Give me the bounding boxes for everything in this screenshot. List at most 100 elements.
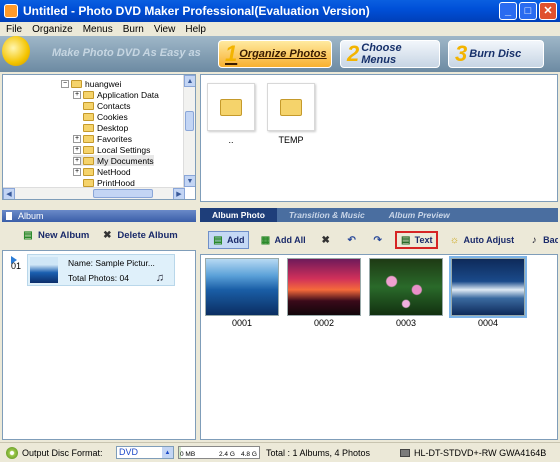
tree-item-label: Local Settings	[97, 144, 151, 155]
tree-item[interactable]: + My Documents	[73, 155, 154, 166]
photo-toolbar: ▤ Add ▦ Add All ✖ ↶ ↷ ▤ Text ☼ Auto Adju…	[200, 228, 558, 252]
auto-adjust-button[interactable]: ☼ Auto Adjust	[446, 231, 518, 249]
folder-thumbnail[interactable]	[267, 83, 315, 131]
tree-item-root[interactable]: − huangwei	[61, 78, 121, 89]
tree-item[interactable]: + Favorites	[73, 133, 132, 144]
tab-album-photo[interactable]: Album Photo	[200, 208, 277, 222]
delete-photo-button[interactable]: ✖	[317, 231, 335, 249]
sun-icon: ☼	[449, 234, 460, 246]
tree-item-label: Favorites	[97, 133, 132, 144]
tree-item[interactable]: + NetHood	[73, 166, 131, 177]
slogan: Make Photo DVD As Easy as	[52, 47, 201, 59]
folder-icon	[220, 98, 242, 116]
folder-icon	[83, 123, 94, 132]
folder-icon	[280, 98, 302, 116]
tree-item-label: My Documents	[97, 155, 154, 166]
delete-album-label: Delete Album	[117, 229, 178, 241]
menu-burn[interactable]: Burn	[123, 24, 144, 35]
maximize-button[interactable]: □	[519, 2, 537, 20]
tab-album-preview[interactable]: Album Preview	[377, 208, 462, 222]
collapse-icon[interactable]: −	[61, 79, 69, 88]
tree-item[interactable]: Contacts	[83, 100, 131, 111]
scroll-left-icon[interactable]: ◀	[3, 188, 15, 199]
choose-menus-step[interactable]: 2 Choose Menus	[340, 40, 440, 68]
step-number: 3	[455, 41, 468, 66]
output-format-value: DVD	[119, 447, 139, 457]
menu-view[interactable]: View	[154, 24, 176, 35]
new-album-icon: ▤	[23, 229, 33, 241]
app-icon	[4, 4, 18, 18]
step-number: 1	[225, 41, 238, 66]
tree-item-label: NetHood	[97, 166, 131, 177]
music-note-icon[interactable]: ♫	[156, 272, 164, 284]
text-button[interactable]: ▤ Text	[394, 231, 438, 249]
tree-item[interactable]: Cookies	[83, 111, 128, 122]
organize-photos-step[interactable]: 1 Organize Photos	[218, 40, 332, 68]
tree-item-label: Contacts	[97, 100, 131, 111]
expand-icon[interactable]: +	[73, 167, 81, 176]
add-button[interactable]: ▤ Add	[208, 231, 249, 249]
folder-icon	[83, 90, 94, 99]
expand-icon[interactable]: +	[73, 145, 81, 154]
gauge-tick: 2.4 G	[219, 451, 235, 458]
album-list[interactable]: 01 Name: Sample Pictur... Total Photos: …	[2, 250, 196, 440]
photo-thumbnail[interactable]	[369, 258, 443, 316]
add-all-button[interactable]: ▦ Add All	[257, 231, 309, 249]
menu-bar: File Organize Menus Burn View Help	[0, 22, 560, 36]
scroll-down-icon[interactable]: ▼	[184, 175, 195, 187]
photo-thumbnail[interactable]	[205, 258, 279, 316]
background-music-button[interactable]: ♪ Back	[525, 231, 558, 249]
tree-horizontal-scrollbar[interactable]: ◀ ▶	[3, 187, 185, 199]
scroll-right-icon[interactable]: ▶	[173, 188, 185, 199]
album-header-label: Album	[18, 211, 44, 221]
photo-grid[interactable]: 0001 0002 0003 0004	[200, 254, 558, 440]
album-header: Album	[2, 210, 196, 222]
menu-menus[interactable]: Menus	[83, 24, 113, 35]
tab-bar: Album Photo Transition & Music Album Pre…	[200, 208, 558, 222]
new-album-button[interactable]: ▤ New Album	[22, 229, 89, 241]
close-button[interactable]: ✕	[539, 2, 557, 20]
folder-tree[interactable]: − huangwei + Application Data Contacts C…	[2, 74, 196, 200]
rotate-left-button[interactable]: ↶	[343, 231, 361, 249]
dropdown-arrow-icon[interactable]: ▲	[162, 447, 173, 458]
tree-item[interactable]: + Local Settings	[73, 144, 150, 155]
menu-file[interactable]: File	[6, 24, 22, 35]
folder-thumbnail[interactable]	[207, 83, 255, 131]
output-format-label: Output Disc Format:	[22, 448, 103, 458]
menu-help[interactable]: Help	[185, 24, 206, 35]
photo-label: 0001	[231, 318, 253, 328]
album-item[interactable]: Name: Sample Pictur... Total Photos: 04 …	[27, 254, 175, 286]
status-bar: Output Disc Format: DVD ▲ 0 MB 2.4 G 4.8…	[0, 442, 560, 462]
folder-icon	[83, 145, 94, 154]
step-label: Burn Disc	[469, 48, 522, 60]
text-label: Text	[414, 235, 433, 245]
folder-icon	[83, 156, 94, 165]
tree-vertical-scrollbar[interactable]: ▲ ▼	[183, 75, 195, 187]
expand-icon[interactable]: +	[73, 156, 81, 165]
delete-album-button[interactable]: ✖ Delete Album	[101, 229, 178, 241]
expand-icon[interactable]: +	[73, 134, 81, 143]
scroll-thumb[interactable]	[185, 111, 194, 131]
total-summary: Total : 1 Albums, 4 Photos	[266, 448, 371, 458]
disc-icon	[6, 447, 18, 459]
minimize-button[interactable]: _	[499, 2, 517, 20]
lightbulb-icon	[2, 36, 30, 66]
folder-icon	[83, 134, 94, 143]
scroll-thumb[interactable]	[93, 189, 153, 198]
drive-icon	[400, 449, 410, 457]
menu-organize[interactable]: Organize	[32, 24, 73, 35]
steps-banner: Make Photo DVD As Easy as 1 Organize Pho…	[0, 36, 560, 72]
burn-disc-step[interactable]: 3 Burn Disc	[448, 40, 544, 68]
tree-item[interactable]: + Application Data	[73, 89, 159, 100]
tree-item-label: Application Data	[97, 89, 159, 100]
output-format-select[interactable]: DVD ▲	[116, 446, 174, 459]
scroll-up-icon[interactable]: ▲	[184, 75, 195, 87]
folder-view[interactable]: .. TEMP	[200, 74, 558, 202]
expand-icon[interactable]: +	[73, 90, 81, 99]
drive-info[interactable]: HL-DT-STDVD+-RW GWA4164B	[400, 448, 546, 458]
rotate-right-button[interactable]: ↷	[369, 231, 387, 249]
tab-transition-music[interactable]: Transition & Music	[277, 208, 377, 222]
photo-thumbnail-selected[interactable]	[449, 256, 527, 318]
photo-thumbnail[interactable]	[287, 258, 361, 316]
tree-item[interactable]: Desktop	[83, 122, 128, 133]
